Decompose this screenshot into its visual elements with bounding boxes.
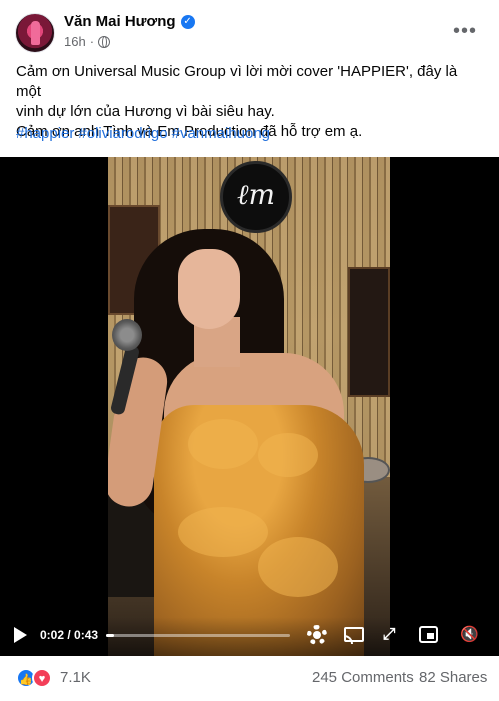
picture-in-picture-icon[interactable] <box>419 626 438 643</box>
post-text-line: Cảm ơn Universal Music Group vì lời mời … <box>16 63 458 100</box>
hashtag-link[interactable]: #oliviarodrigo <box>78 125 167 142</box>
post-text-line: vinh dự lớn của Hương vì bài siêu hay. <box>16 103 275 120</box>
post-meta: 16h · <box>64 34 111 49</box>
video-frame[interactable] <box>108 157 390 656</box>
meta-separator: · <box>89 34 95 49</box>
more-options-button[interactable]: ••• <box>449 16 481 48</box>
post-header: Văn Mai Hương ✓ 16h · ••• <box>0 0 499 58</box>
author-name-row: Văn Mai Hương ✓ <box>64 13 195 30</box>
studio-logo <box>220 161 292 233</box>
globe-icon[interactable] <box>98 35 111 48</box>
author-avatar[interactable] <box>15 13 55 53</box>
expand-icon[interactable]: ⤢ <box>380 626 398 644</box>
verified-badge-icon: ✓ <box>180 14 195 29</box>
hashtag-list: #happier #oliviarodrigo #vanmaihuong <box>16 125 270 142</box>
video-controls: 0:02 / 0:43 ⤢ 🔇 <box>0 617 499 656</box>
shares-count[interactable]: 82 Shares <box>419 669 487 686</box>
author-name[interactable]: Văn Mai Hương <box>64 13 176 30</box>
post-timestamp[interactable]: 16h <box>64 34 86 49</box>
volume-muted-icon[interactable]: 🔇 <box>460 626 484 644</box>
hashtag-link[interactable]: #vanmaihuong <box>172 125 270 142</box>
video-time: 0:02 / 0:43 <box>40 628 99 642</box>
facebook-post: Văn Mai Hương ✓ 16h · ••• Cảm ơn Univers… <box>0 0 499 701</box>
comments-count[interactable]: 245 Comments <box>312 669 414 686</box>
cast-icon[interactable] <box>344 627 364 644</box>
play-icon[interactable] <box>14 627 27 643</box>
video-player[interactable]: 0:02 / 0:43 ⤢ 🔇 <box>0 157 499 656</box>
reaction-icons[interactable]: 👍 ♥ <box>16 668 52 688</box>
singer-face <box>178 249 240 329</box>
gear-icon[interactable] <box>307 625 327 645</box>
video-progress-fill <box>106 634 115 637</box>
microphone <box>112 319 142 351</box>
video-progress-bar[interactable] <box>106 634 290 637</box>
love-icon: ♥ <box>32 668 52 688</box>
speaker-cabinet <box>348 267 390 397</box>
reaction-count[interactable]: 7.1K <box>60 669 91 686</box>
post-footer: 👍 ♥ 7.1K 245 Comments 82 Shares <box>0 656 499 701</box>
hashtag-link[interactable]: #happier <box>16 125 74 142</box>
